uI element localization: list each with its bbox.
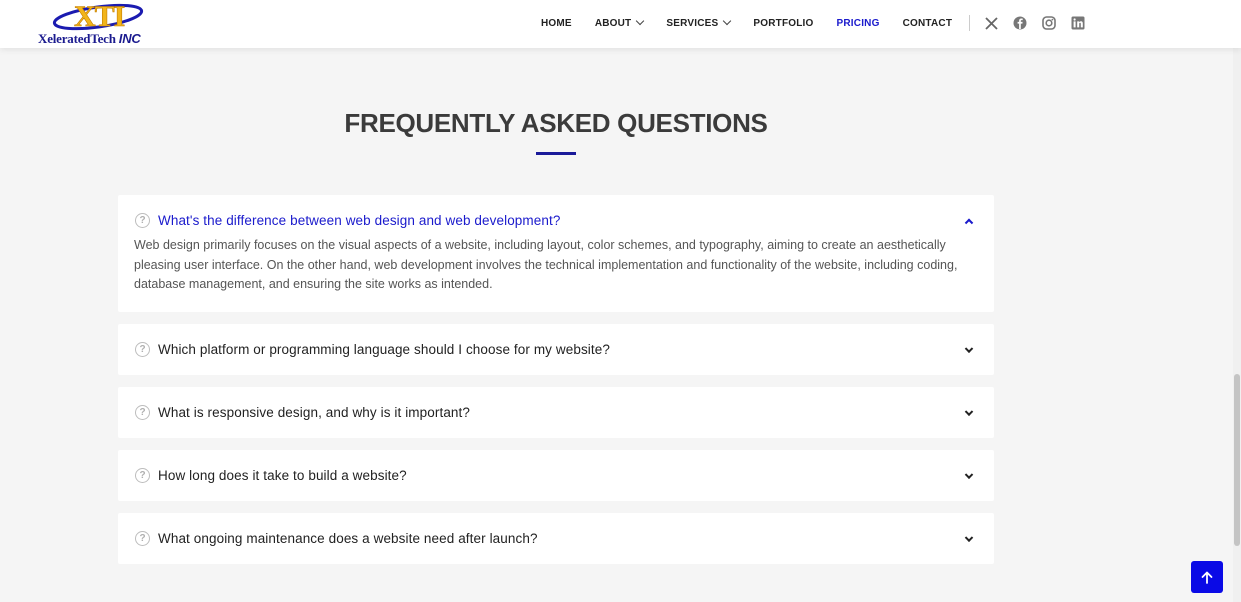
back-to-top-button[interactable] xyxy=(1191,561,1223,593)
social-links xyxy=(984,16,1100,30)
chevron-down-icon xyxy=(964,344,974,353)
faq-question: What is responsive design, and why is it… xyxy=(158,405,470,420)
faq-question-toggle[interactable]: ? What's the difference between web desi… xyxy=(118,195,994,246)
faq-question: What ongoing maintenance does a website … xyxy=(158,531,538,546)
main-nav: HOME ABOUT SERVICES PORTFOLIO PRICING CO… xyxy=(541,0,1100,46)
nav-divider xyxy=(969,15,971,31)
page-scrollbar[interactable] xyxy=(1233,48,1241,602)
nav-about[interactable]: ABOUT xyxy=(595,16,645,29)
nav-portfolio[interactable]: PORTFOLIO xyxy=(753,18,813,29)
arrow-up-icon xyxy=(1201,571,1213,584)
faq-question-toggle[interactable]: ? Which platform or programming language… xyxy=(118,324,994,375)
title-underline xyxy=(536,152,576,155)
question-circle-icon: ? xyxy=(135,213,150,228)
svg-text:XTI: XTI xyxy=(74,0,125,33)
xti-logo-icon: XTI xyxy=(52,0,144,33)
faq-item: ? How long does it take to build a websi… xyxy=(118,450,994,501)
site-header: XTI XeleratedTech INC HOME ABOUT SERVICES… xyxy=(0,0,1241,48)
faq-question: How long does it take to build a website… xyxy=(158,468,407,483)
brand-logo[interactable]: XTI XeleratedTech INC xyxy=(38,0,168,46)
facebook-icon[interactable] xyxy=(1013,16,1027,30)
brand-name: XeleratedTech INC xyxy=(38,31,141,46)
nav-services[interactable]: SERVICES xyxy=(666,16,732,29)
faq-item: ? What ongoing maintenance does a websit… xyxy=(118,513,994,564)
faq-item: ? What's the difference between web desi… xyxy=(118,195,994,312)
question-circle-icon: ? xyxy=(135,531,150,546)
faq-title: FREQUENTLY ASKED QUESTIONS xyxy=(344,108,768,138)
nav-home[interactable]: HOME xyxy=(541,18,572,29)
nav-contact[interactable]: CONTACT xyxy=(903,18,953,29)
instagram-icon[interactable] xyxy=(1042,16,1056,30)
question-circle-icon: ? xyxy=(135,342,150,357)
chevron-down-icon xyxy=(723,16,732,26)
question-circle-icon: ? xyxy=(135,405,150,420)
faq-question-toggle[interactable]: ? How long does it take to build a websi… xyxy=(118,450,994,501)
x-icon[interactable] xyxy=(984,16,998,30)
faq-question: Which platform or programming language s… xyxy=(158,342,610,357)
chevron-down-icon xyxy=(964,470,974,479)
faq-item: ? What is responsive design, and why is … xyxy=(118,387,994,438)
faq-question: What's the difference between web design… xyxy=(158,213,561,228)
chevron-down-icon xyxy=(964,533,974,542)
nav-pricing[interactable]: PRICING xyxy=(837,18,880,29)
chevron-down-icon xyxy=(636,16,645,26)
faq-question-toggle[interactable]: ? What is responsive design, and why is … xyxy=(118,387,994,438)
scrollbar-thumb[interactable] xyxy=(1234,374,1240,546)
question-circle-icon: ? xyxy=(135,468,150,483)
faq-accordion: ? What's the difference between web desi… xyxy=(118,195,994,576)
faq-item: ? Which platform or programming language… xyxy=(118,324,994,375)
chevron-down-icon xyxy=(964,407,974,416)
linkedin-icon[interactable] xyxy=(1071,16,1085,30)
faq-question-toggle[interactable]: ? What ongoing maintenance does a websit… xyxy=(118,513,994,564)
chevron-up-icon xyxy=(964,218,974,227)
